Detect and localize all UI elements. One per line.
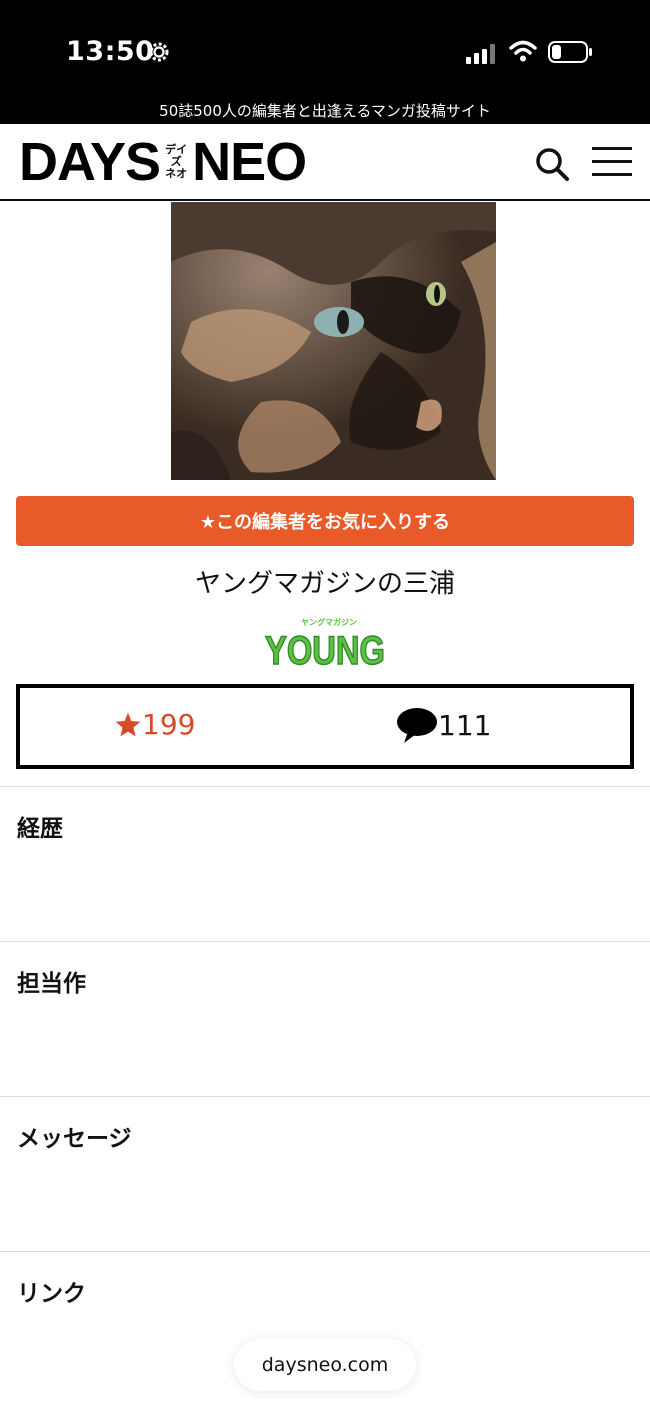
cellular-signal-icon [466, 44, 495, 64]
comment-count-value: 111 [438, 708, 492, 742]
status-bar: 13:50 50誌500人の編集者と出逢えるマンガ投稿サイト [0, 0, 650, 124]
speech-bubble-icon [397, 708, 437, 743]
wifi-icon [509, 40, 537, 62]
magazine-logo[interactable]: ヤングマガジン YOUNG [263, 614, 387, 670]
browser-url-bar[interactable]: daysneo.com [234, 1339, 416, 1391]
logo-kana: デイズ ネオ [162, 144, 190, 180]
site-logo[interactable]: DAYS デイズ ネオ NEO [19, 132, 307, 192]
magazine-logo-text: YOUNG [265, 629, 385, 670]
logo-kana-top: デイズ [165, 143, 188, 168]
section-works: 担当作 [0, 941, 650, 1096]
comment-count[interactable]: 111 [396, 706, 491, 744]
section-career: 経歴 [0, 786, 650, 941]
logo-text-right: NEO [192, 132, 307, 192]
section-title-message: メッセージ [17, 1126, 132, 1152]
editor-name: ヤングマガジンの三浦 [194, 569, 455, 599]
section-message: メッセージ [0, 1096, 650, 1251]
magazine-logo-kana: ヤングマガジン [301, 617, 357, 627]
hamburger-menu-icon[interactable] [592, 146, 632, 178]
section-title-links: リンク [17, 1281, 86, 1307]
favorite-editor-button[interactable]: ★この編集者をお気に入りする [16, 496, 634, 546]
site-tagline: 50誌500人の編集者と出逢えるマンガ投稿サイト [159, 102, 491, 120]
logo-kana-bottom: ネオ [165, 167, 188, 180]
battery-icon [548, 41, 592, 63]
section-title-works: 担当作 [17, 971, 86, 997]
favorite-count[interactable]: 199 [114, 708, 195, 741]
status-time: 13:50 [66, 36, 155, 67]
section-title-career: 経歴 [17, 816, 63, 842]
logo-text-left: DAYS [19, 132, 161, 192]
star-icon [115, 712, 141, 736]
search-icon[interactable] [534, 146, 570, 182]
gear-icon [149, 42, 169, 62]
site-header: DAYS デイズ ネオ NEO [0, 124, 650, 201]
favorite-count-value: 199 [142, 708, 196, 741]
editor-stats: 199 111 [16, 684, 634, 769]
editor-avatar [171, 202, 496, 480]
